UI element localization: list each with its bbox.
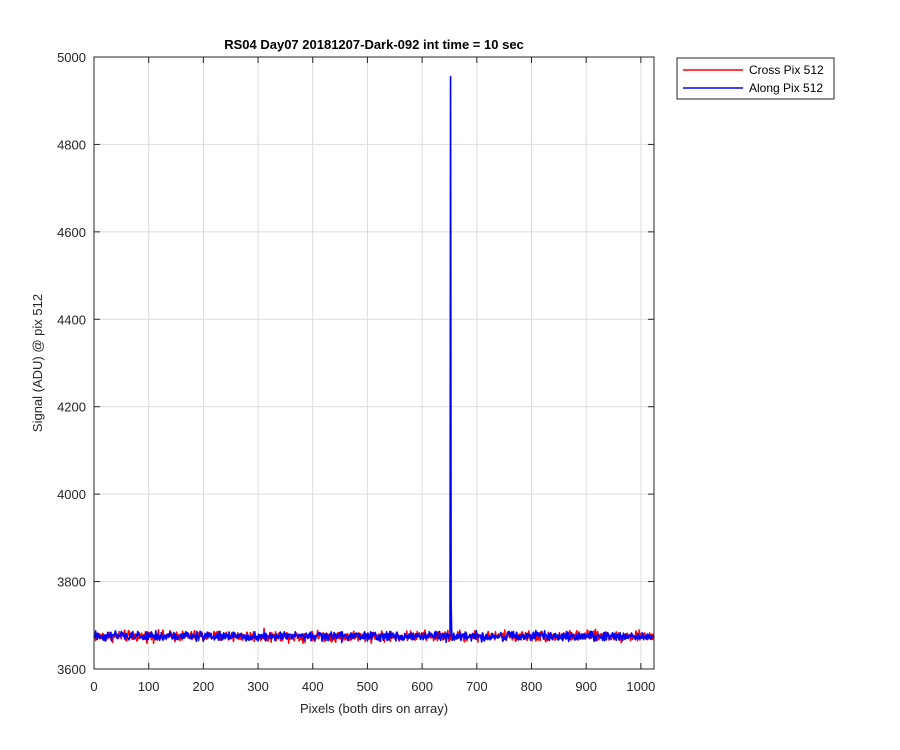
chart-title: RS04 Day07 20181207-Dark-092 int time = … (224, 37, 524, 52)
x-tick-label: 900 (575, 679, 597, 694)
legend-label: Along Pix 512 (749, 81, 823, 95)
y-tick-label: 4400 (57, 312, 86, 327)
y-tick-label: 4600 (57, 225, 86, 240)
x-tick-label: 300 (247, 679, 269, 694)
x-tick-label: 200 (193, 679, 215, 694)
x-tick-label: 500 (357, 679, 379, 694)
x-tick-label: 1000 (626, 679, 655, 694)
y-tick-label: 4000 (57, 487, 86, 502)
y-tick-label: 3600 (57, 662, 86, 677)
y-tick-label: 5000 (57, 50, 86, 65)
x-tick-label: 0 (90, 679, 97, 694)
y-axis-label: Signal (ADU) @ pix 512 (30, 294, 45, 432)
x-tick-label: 100 (138, 679, 160, 694)
line-chart: 0 100 200 300 400 500 600 700 800 900 1000 3600 3800… (0, 0, 900, 750)
x-tick-label: 600 (411, 679, 433, 694)
x-axis-label: Pixels (both dirs on array) (300, 701, 448, 716)
legend: Cross Pix 512 Along Pix 512 (676, 57, 835, 100)
legend-label: Cross Pix 512 (749, 63, 824, 77)
y-tick-label: 4200 (57, 400, 86, 415)
x-tick-label: 400 (302, 679, 324, 694)
y-tick-label: 4800 (57, 137, 86, 152)
x-tick-label: 700 (466, 679, 488, 694)
y-tick-label: 3800 (57, 575, 86, 590)
x-tick-label: 800 (521, 679, 543, 694)
